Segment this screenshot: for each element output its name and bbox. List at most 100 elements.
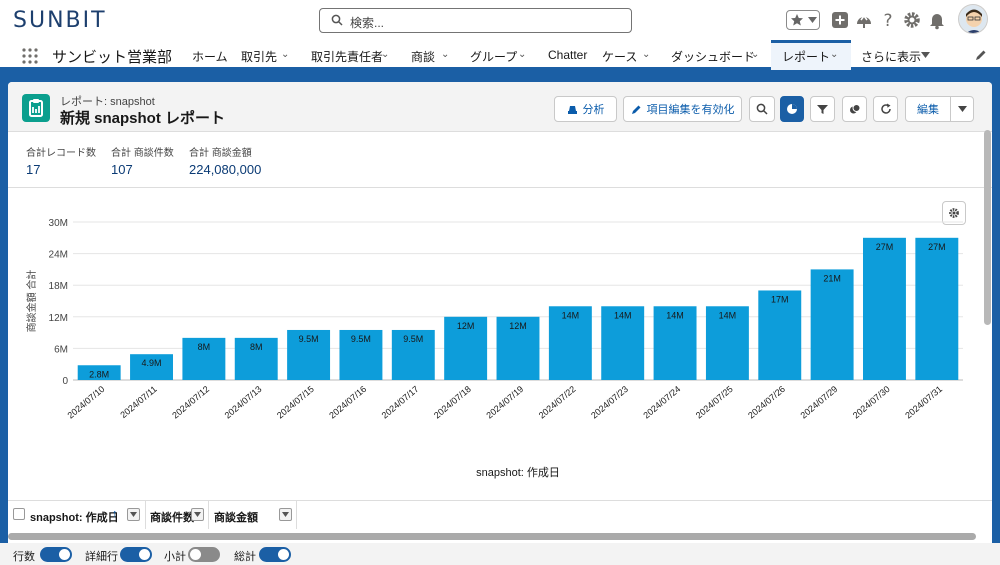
company-logo[interactable]: SUNBIT (13, 8, 107, 33)
nav-item-home[interactable]: ホーム (192, 48, 228, 65)
chevron-down-icon[interactable]: ⌄ (830, 49, 838, 60)
refresh-button[interactable] (873, 96, 898, 122)
chart-toggle-button[interactable] (780, 96, 804, 122)
caret-down-icon[interactable] (921, 52, 930, 58)
y-tick-label: 6M (54, 344, 68, 355)
global-header: SUNBIT 検索... ? (0, 0, 1000, 40)
column-header-created-date[interactable]: snapshot: 作成日 ↑ (8, 501, 146, 529)
edit-nav-pencil-icon[interactable] (975, 49, 987, 61)
enable-field-edit-button[interactable]: 項目編集を有効化 (623, 96, 742, 122)
column-header-opportunity-count[interactable]: 商談件数 (146, 501, 209, 529)
pencil-icon (631, 105, 640, 114)
subtotal-toggle[interactable] (188, 547, 220, 562)
x-tick-label: 2024/07/30 (851, 384, 892, 421)
chevron-down-icon[interactable]: ⌄ (751, 49, 759, 60)
filter-icon (817, 104, 828, 114)
grand-total-toggle[interactable] (259, 547, 291, 562)
y-tick-label: 12M (49, 313, 68, 324)
data-label: 9.5M (351, 334, 371, 344)
x-tick-label: 2024/07/22 (537, 384, 578, 421)
report-icon (22, 94, 50, 122)
help-icon[interactable]: ? (878, 10, 898, 30)
bar[interactable] (810, 269, 854, 380)
y-axis-label: 商談金額 合計 (25, 270, 38, 333)
bar-chart: 0 6M 12M 18M 24M 30M 商談金額 合計 2.8M 2024/07/10 4.9M… (25, 218, 963, 479)
caret-down-icon (957, 106, 967, 112)
favorites-button[interactable] (786, 10, 820, 30)
nav-item-reports[interactable]: レポート (782, 48, 830, 65)
column-menu-button[interactable] (279, 508, 292, 521)
analyze-label: 分析 (582, 104, 605, 116)
data-label: 14M (562, 310, 580, 320)
nav-item-accounts[interactable]: 取引先 (241, 48, 277, 65)
column-label-amount: 商談金額 (214, 512, 258, 524)
user-avatar[interactable] (958, 4, 988, 34)
data-label: 9.5M (403, 334, 423, 344)
notifications-bell-icon[interactable] (927, 10, 947, 30)
search-report-button[interactable] (749, 96, 775, 122)
data-label: 2.8M (89, 369, 109, 379)
bar[interactable] (915, 237, 959, 380)
x-tick-label: 2024/07/26 (746, 384, 787, 421)
vertical-scrollbar[interactable] (984, 130, 991, 325)
report-header: レポート: snapshot 新規 snapshot レポート 分析 項目編集を… (8, 82, 992, 132)
nav-item-groups[interactable]: グループ (470, 48, 517, 65)
x-tick-label: 2024/07/17 (380, 384, 421, 421)
nav-item-contacts[interactable]: 取引先責任者 (311, 48, 383, 65)
nav-item-opportunities[interactable]: 商談 (411, 48, 435, 65)
x-tick-label: 2024/07/15 (275, 384, 316, 421)
refresh-icon (880, 103, 891, 114)
edit-menu-button[interactable] (950, 96, 974, 122)
data-label: 17M (771, 294, 789, 304)
data-label: 4.9M (142, 358, 162, 368)
data-label: 12M (509, 321, 527, 331)
global-create-icon[interactable] (830, 10, 850, 30)
edit-label: 編集 (917, 104, 939, 116)
filter-button[interactable] (810, 96, 835, 122)
svg-text:?: ? (883, 11, 892, 30)
summary-value-record-count: 17 (26, 162, 41, 177)
column-menu-button[interactable] (191, 508, 204, 521)
star-icon (791, 14, 803, 26)
setup-gear-icon[interactable] (902, 10, 922, 30)
column-menu-button[interactable] (127, 508, 140, 521)
nav-item-dashboards[interactable]: ダッシュボード (671, 48, 755, 65)
report-card: レポート: snapshot 新規 snapshot レポート 分析 項目編集を… (8, 82, 992, 562)
detail-rows-toggle[interactable] (120, 547, 152, 562)
x-tick-label: 2024/07/11 (118, 384, 158, 420)
chart-settings-button[interactable] (842, 96, 867, 122)
sort-ascending-icon[interactable]: ↑ (112, 508, 118, 520)
column-header-amount[interactable]: 商談金額 (209, 501, 297, 529)
horizontal-scrollbar[interactable] (8, 533, 976, 540)
column-label-created-date: snapshot: 作成日 (30, 512, 119, 524)
data-label: 27M (928, 242, 946, 252)
table-header-row: snapshot: 作成日 ↑ 商談件数 商談金額 (8, 500, 992, 529)
x-tick-label: 2024/07/12 (170, 384, 211, 421)
chevron-down-icon[interactable]: ⌄ (381, 49, 389, 60)
x-axis-label: snapshot: 作成日 (476, 466, 560, 479)
nav-item-chatter[interactable]: Chatter (548, 48, 587, 62)
trailhead-icon[interactable] (854, 10, 874, 30)
summary-label-opportunity-count: 合計 商談件数 (111, 148, 174, 159)
y-tick-label: 0 (62, 376, 68, 387)
search-input[interactable]: 検索... (319, 8, 632, 33)
chevron-down-icon[interactable]: ⌄ (441, 49, 449, 60)
row-count-toggle[interactable] (40, 547, 72, 562)
enable-field-edit-label: 項目編集を有効化 (646, 104, 735, 116)
bar[interactable] (863, 237, 906, 380)
nav-item-cases[interactable]: ケース (602, 48, 637, 65)
x-tick-label: 2024/07/25 (694, 384, 735, 421)
toggle-label-grand-total: 総計 (234, 551, 256, 563)
chevron-down-icon[interactable]: ⌄ (642, 49, 650, 60)
toggle-label-row-count: 行数 (13, 551, 35, 563)
select-all-checkbox[interactable] (13, 508, 25, 520)
chevron-down-icon[interactable]: ⌄ (518, 49, 526, 60)
analyze-button[interactable]: 分析 (554, 96, 617, 122)
chevron-down-icon[interactable]: ⌄ (281, 49, 289, 60)
overlap-circles-icon (849, 104, 860, 114)
edit-button[interactable]: 編集 (905, 96, 951, 122)
nav-item-more[interactable]: さらに表示 (861, 48, 921, 65)
x-tick-label: 2024/07/19 (484, 384, 525, 421)
app-launcher-icon[interactable] (22, 48, 38, 64)
caret-down-icon (194, 512, 201, 517)
